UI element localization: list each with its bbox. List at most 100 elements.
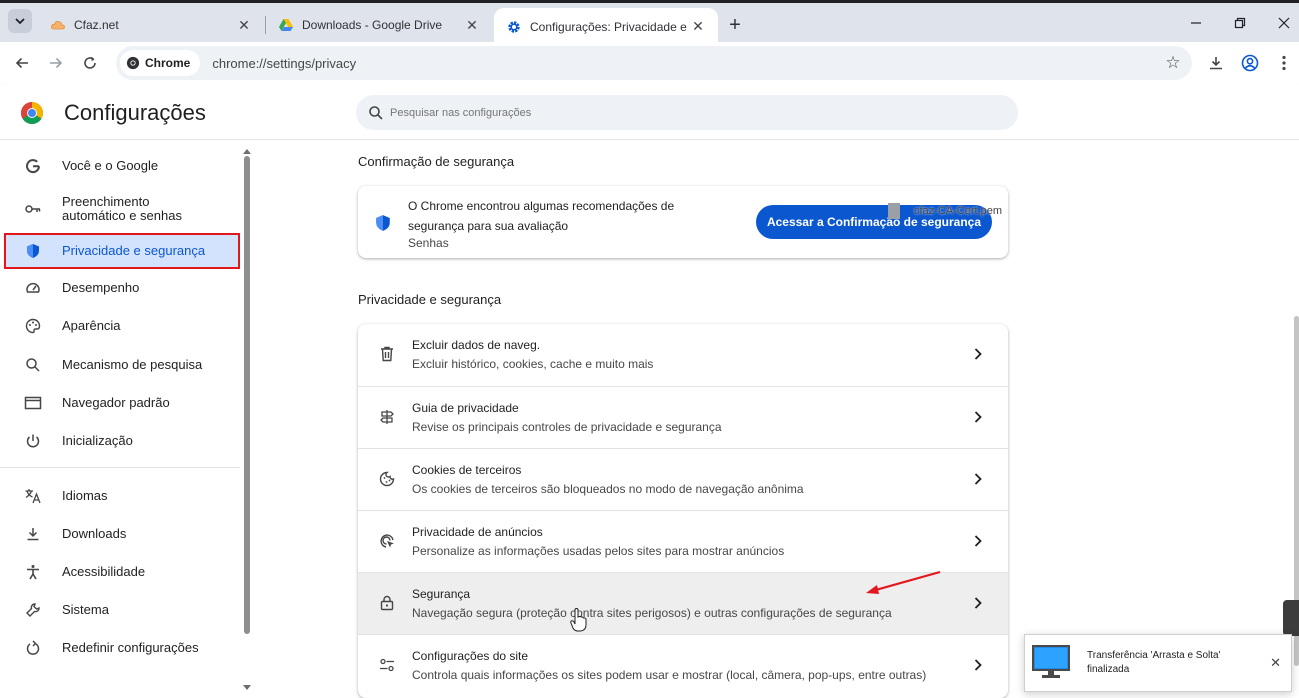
google-g-icon: [24, 157, 42, 175]
restore-icon[interactable]: [1228, 11, 1252, 35]
reset-icon: [24, 639, 42, 657]
safety-check-title: Confirmação de segurança: [358, 154, 515, 169]
site-info-chip[interactable]: Chrome: [120, 50, 201, 76]
back-icon[interactable]: [10, 51, 34, 75]
scroll-down-arrow-icon[interactable]: [243, 685, 251, 691]
wrench-icon: [24, 601, 42, 619]
chip-label: Chrome: [145, 56, 191, 70]
row-cookies-de-terceiros[interactable]: Cookies de terceiros Os cookies de terce…: [358, 448, 1008, 510]
power-icon: [24, 432, 42, 450]
chrome-logo-icon: [126, 56, 140, 70]
row-subtitle: Os cookies de terceiros são bloqueados n…: [412, 482, 804, 496]
search-icon: [24, 356, 42, 374]
transfer-notification: Transferência 'Arrasta e Solta' finaliza…: [1024, 634, 1292, 692]
settings-search[interactable]: [356, 95, 1018, 130]
tab-title: Downloads - Google Drive: [302, 18, 443, 32]
close-icon[interactable]: ✕: [690, 18, 706, 35]
sidebar-item-label: Inicialização: [62, 433, 133, 448]
url-text[interactable]: chrome://settings/privacy: [212, 56, 356, 71]
browser-window-icon: [24, 394, 42, 412]
annotation-arrow: [866, 570, 941, 594]
tab-title: Cfaz.net: [74, 18, 119, 32]
address-bar[interactable]: Chrome chrome://settings/privacy ☆: [116, 46, 1192, 80]
tab-settings-privacy[interactable]: Configurações: Privacidade e se ✕: [494, 8, 718, 45]
profile-avatar-icon[interactable]: [1238, 51, 1262, 75]
trash-icon: [378, 345, 396, 363]
file-icon: [888, 203, 900, 219]
speedometer-icon: [24, 279, 42, 297]
chevron-right-icon: [970, 657, 986, 673]
window-close-icon[interactable]: [1272, 11, 1296, 35]
sidebar-scrollbar[interactable]: [243, 148, 251, 696]
new-tab-button[interactable]: +: [724, 14, 746, 36]
signpost-icon: [378, 408, 396, 426]
tab-google-drive[interactable]: Downloads - Google Drive ✕: [266, 8, 492, 42]
sliders-icon: [378, 656, 396, 674]
chevron-right-icon: [970, 409, 986, 425]
row-title: Configurações do site: [412, 649, 529, 663]
sidebar-item-label: Preenchimento automático e senhas: [62, 194, 182, 223]
sidebar-item-label: Sistema: [62, 602, 109, 617]
close-icon[interactable]: ✕: [464, 17, 480, 33]
more-menu-icon[interactable]: [1272, 51, 1296, 75]
chrome-logo-icon: [21, 102, 43, 124]
sidebar-item-mecanismo-de-pesquisa[interactable]: Mecanismo de pesquisa: [4, 348, 240, 382]
sidebar-item-redefinir[interactable]: Redefinir configurações: [4, 631, 240, 665]
sidebar-item-acessibilidade[interactable]: Acessibilidade: [4, 555, 240, 589]
safety-check-message: O Chrome encontrou algumas recomendações…: [408, 199, 675, 233]
chevron-right-icon: [970, 595, 986, 611]
sidebar-item-label: Você e o Google: [62, 158, 159, 173]
row-excluir-dados[interactable]: Excluir dados de naveg. Excluir históric…: [358, 324, 1008, 386]
sidebar-item-sistema[interactable]: Sistema: [4, 593, 240, 627]
sidebar-item-voce-e-o-google[interactable]: Você e o Google: [4, 149, 240, 183]
row-subtitle: Revise os principais controles de privac…: [412, 420, 722, 434]
sidebar-item-label: Privacidade e segurança: [62, 243, 206, 258]
shield-icon: [376, 215, 390, 231]
settings-header: Configurações: [0, 84, 1299, 140]
sidebar-divider: [0, 467, 240, 468]
row-subtitle: Personalize as informações usadas pelos …: [412, 544, 785, 558]
search-input[interactable]: [390, 106, 950, 119]
lock-icon: [378, 594, 396, 612]
tab-cfaz[interactable]: Cfaz.net ✕: [38, 8, 264, 42]
sidebar-item-desempenho[interactable]: Desempenho: [4, 271, 240, 305]
row-title: Cookies de terceiros: [412, 463, 522, 477]
sidebar-item-navegador-padrao[interactable]: Navegador padrão: [4, 386, 240, 420]
palette-icon: [24, 317, 42, 335]
sidebar-item-downloads[interactable]: Downloads: [4, 517, 240, 551]
forward-icon[interactable]: [44, 51, 68, 75]
sidebar-item-inicializacao[interactable]: Inicialização: [4, 424, 240, 458]
row-subtitle: Navegação segura (proteção contra sites …: [412, 606, 892, 620]
row-configuracoes-do-site[interactable]: Configurações do site Controla quais inf…: [358, 634, 1008, 696]
side-panel-tab[interactable]: [1283, 600, 1299, 636]
download-icon: [24, 525, 42, 543]
safety-check-subtitle: Senhas: [408, 236, 449, 250]
download-icon[interactable]: [1204, 51, 1228, 75]
chevron-down-icon: [15, 18, 25, 25]
sidebar-item-privacidade[interactable]: Privacidade e segurança: [4, 233, 240, 269]
chevron-right-icon: [970, 471, 986, 487]
sidebar-item-aparencia[interactable]: Aparência: [4, 309, 240, 343]
cloud-icon: [50, 17, 66, 33]
close-icon[interactable]: ✕: [236, 17, 252, 33]
settings-sidebar: Você e o Google Preenchimento automático…: [0, 140, 252, 698]
sidebar-item-label: Aparência: [62, 318, 121, 333]
row-guia-de-privacidade[interactable]: Guia de privacidade Revise os principais…: [358, 386, 1008, 448]
key-icon: [24, 200, 42, 218]
scroll-up-arrow-icon[interactable]: [243, 148, 251, 154]
search-icon: [369, 105, 383, 120]
sidebar-item-preenchimento[interactable]: Preenchimento automático e senhas: [4, 191, 240, 227]
translate-icon: [24, 487, 42, 505]
minimize-icon[interactable]: [1184, 11, 1208, 35]
row-privacidade-de-anuncios[interactable]: Privacidade de anúncios Personalize as i…: [358, 510, 1008, 572]
privacy-section-title: Privacidade e segurança: [358, 292, 502, 307]
sidebar-item-idiomas[interactable]: Idiomas: [4, 479, 240, 513]
close-icon[interactable]: ✕: [1270, 655, 1281, 671]
reload-icon[interactable]: [78, 51, 102, 75]
bookmark-star-icon[interactable]: ☆: [1164, 53, 1182, 72]
tab-search-button[interactable]: [8, 9, 32, 33]
page-title: Configurações: [64, 100, 206, 125]
sidebar-item-label: Navegador padrão: [62, 395, 170, 410]
sidebar-scroll-thumb[interactable]: [244, 156, 250, 634]
chevron-right-icon: [970, 346, 986, 362]
